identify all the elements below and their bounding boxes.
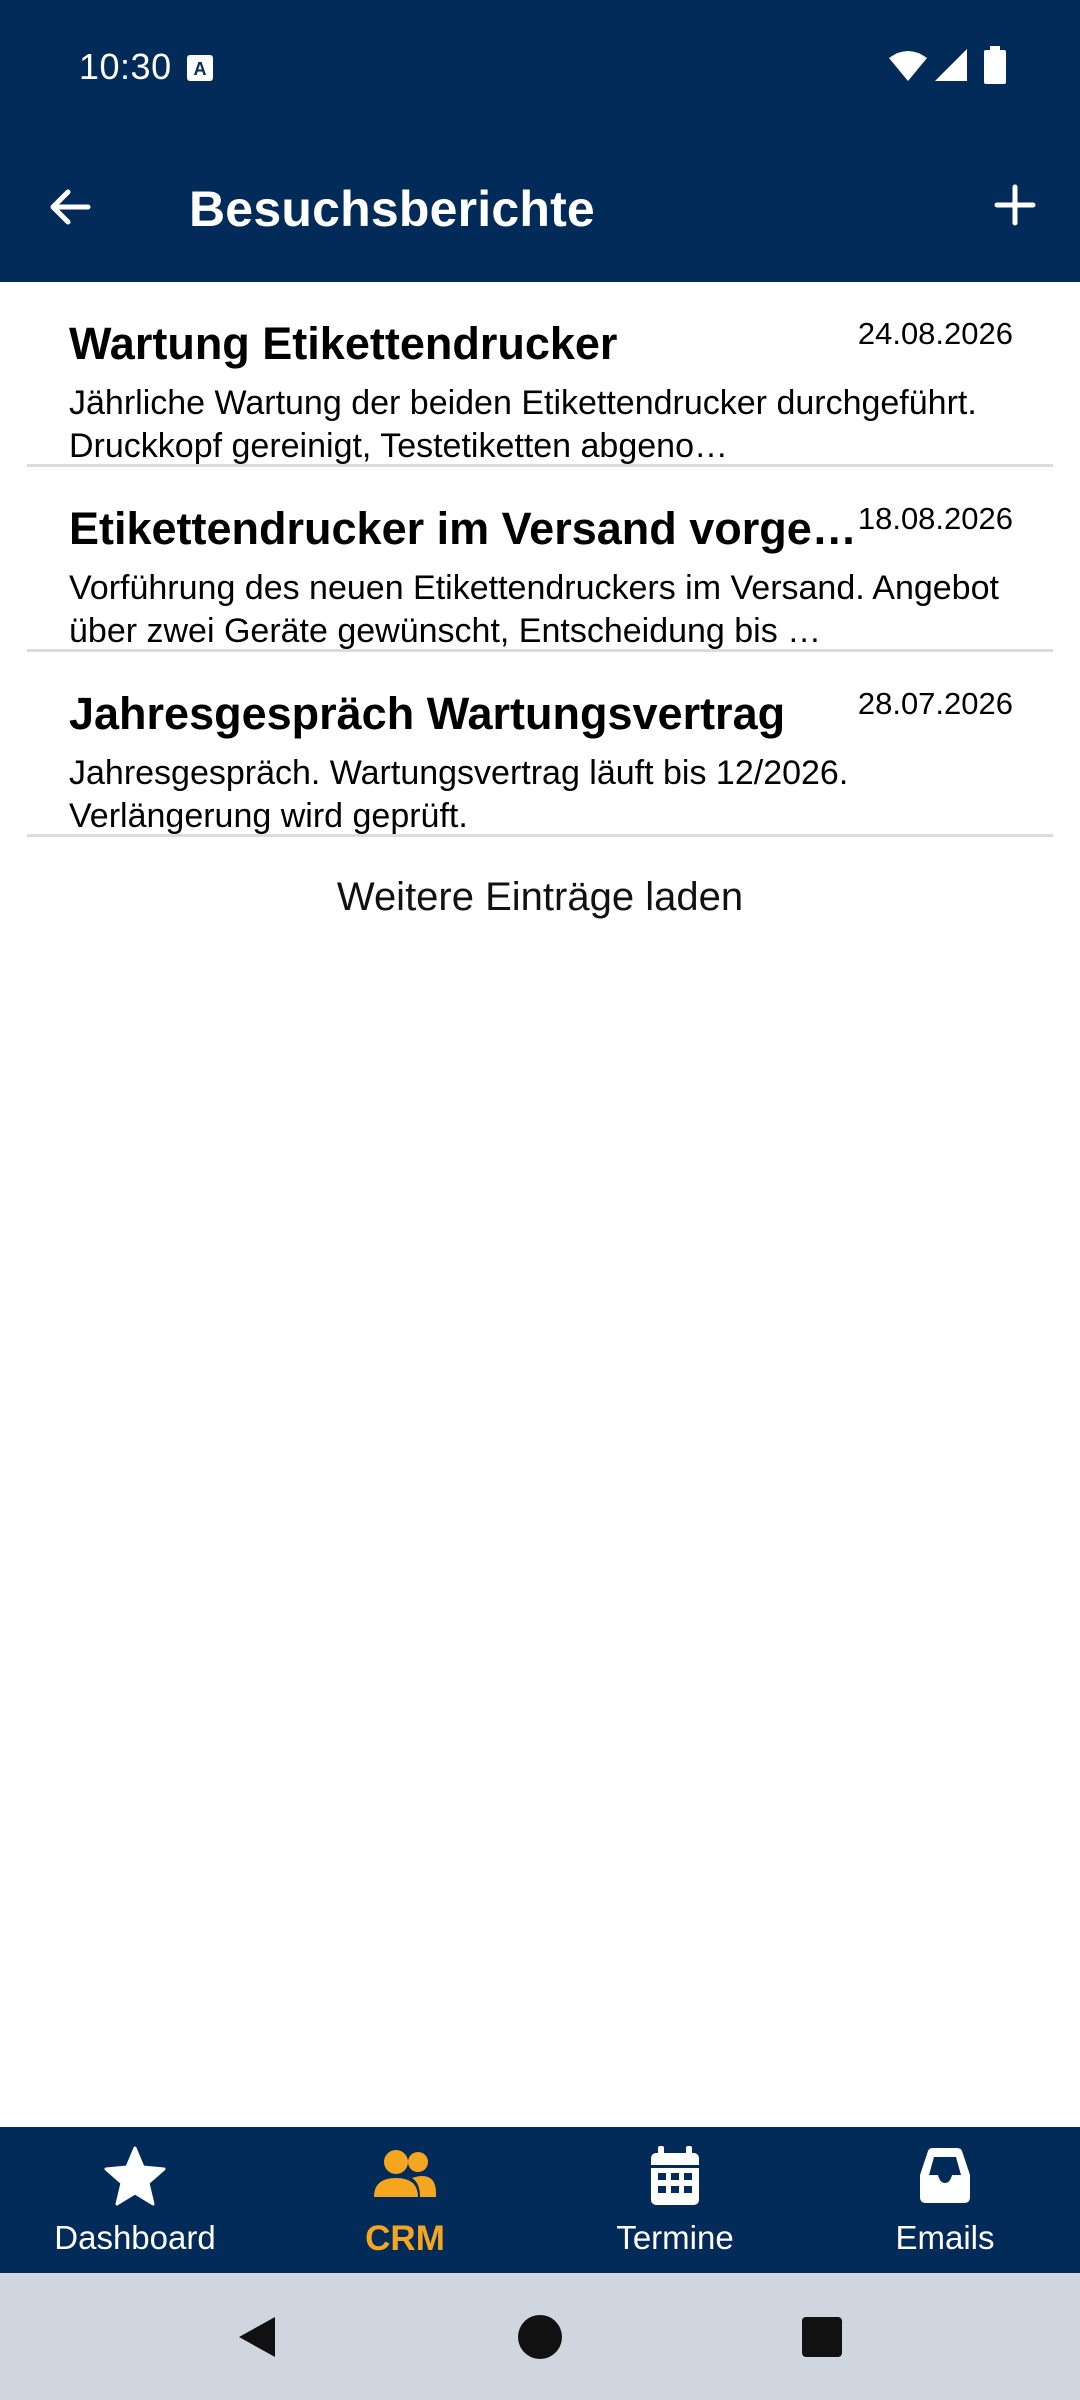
arrow-left-icon[interactable] xyxy=(44,180,98,234)
nav-item-crm[interactable]: CRM xyxy=(270,2127,540,2273)
system-back-icon[interactable] xyxy=(233,2313,281,2361)
list-item[interactable]: Wartung Etikettendrucker 24.08.2026 Jähr… xyxy=(27,282,1053,467)
svg-text:A: A xyxy=(194,59,207,79)
system-nav-bar xyxy=(0,2273,1080,2400)
list-item[interactable]: Jahresgespräch Wartungsvertrag 28.07.202… xyxy=(27,652,1053,837)
list-item[interactable]: Etikettendrucker im Versand vorge… 18.08… xyxy=(27,467,1053,652)
signal-icon xyxy=(935,49,967,81)
report-summary: Jahresgespräch. Wartungsvertrag läuft bi… xyxy=(69,754,849,835)
report-date: 28.07.2026 xyxy=(857,686,1013,721)
app-bar: Besuchsberichte xyxy=(0,130,1080,282)
report-summary: Vorführung des neuen Etikettendruckers i… xyxy=(69,569,999,650)
people-icon xyxy=(374,2150,436,2197)
report-title: Etikettendrucker im Versand vorge… xyxy=(69,503,857,554)
report-title: Jahresgespräch Wartungsvertrag xyxy=(69,688,786,739)
nav-label: CRM xyxy=(365,2219,445,2258)
nav-label: Emails xyxy=(895,2219,995,2256)
status-time: 10:30 xyxy=(79,46,172,87)
star-icon xyxy=(104,2146,166,2206)
report-list: Wartung Etikettendrucker 24.08.2026 Jähr… xyxy=(0,282,1080,927)
calendar-icon xyxy=(651,2146,699,2205)
nav-label: Termine xyxy=(616,2219,734,2256)
page-title: Besuchsberichte xyxy=(189,181,595,237)
nav-item-dashboard[interactable]: Dashboard xyxy=(0,2127,270,2273)
report-date: 24.08.2026 xyxy=(857,316,1013,351)
keyboard-a-icon: A xyxy=(187,55,213,81)
status-bar: 10:30 A xyxy=(0,0,1080,130)
nav-label: Dashboard xyxy=(54,2219,216,2256)
battery-icon xyxy=(984,46,1006,84)
nav-item-termine[interactable]: Termine xyxy=(540,2127,810,2273)
nav-item-emails[interactable]: Emails xyxy=(810,2127,1080,2273)
system-recents-icon[interactable] xyxy=(800,2315,844,2359)
wifi-icon xyxy=(889,51,927,81)
report-date: 18.08.2026 xyxy=(857,501,1013,536)
report-summary: Jährliche Wartung der beiden Etikettendr… xyxy=(69,384,977,465)
system-home-icon[interactable] xyxy=(516,2313,564,2361)
inbox-icon xyxy=(920,2148,970,2203)
bottom-nav: Dashboard CRM Termine Emails xyxy=(0,2127,1080,2273)
plus-icon[interactable] xyxy=(990,180,1040,230)
report-title: Wartung Etikettendrucker xyxy=(69,318,618,369)
load-more-button[interactable]: Weitere Einträge laden xyxy=(240,867,840,927)
